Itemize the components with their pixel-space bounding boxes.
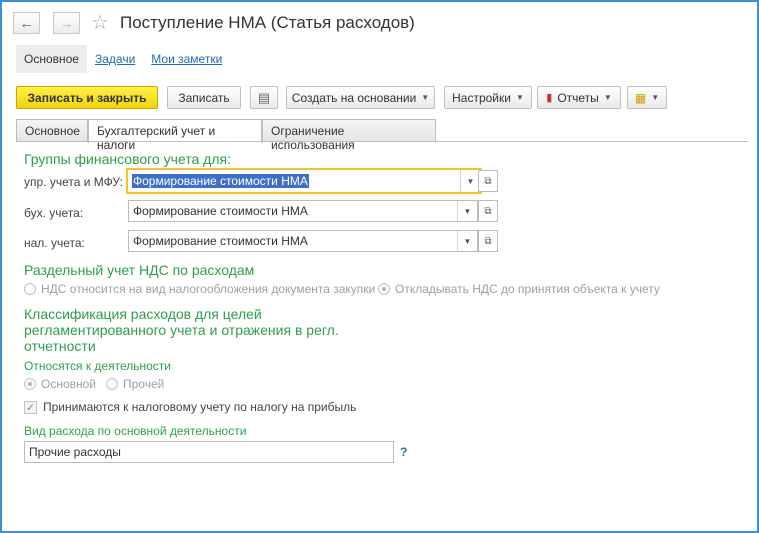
open-icon[interactable]: ⧉ [478, 230, 498, 252]
chevron-down-icon[interactable]: ▼ [460, 170, 480, 192]
chevron-down-icon: ▼ [651, 93, 660, 102]
vat-option-purchase-doc-label: НДС относится на вид налогообложения док… [41, 282, 376, 296]
report-icon: ▮ [546, 92, 553, 104]
vat-option-purchase-doc[interactable]: НДС относится на вид налогообложения док… [24, 282, 375, 296]
chevron-down-icon: ▼ [421, 93, 430, 102]
settings-label: Настройки [452, 90, 511, 105]
page-title: Поступление НМА (Статья расходов) [120, 13, 415, 32]
list-icon: ▤ [257, 89, 271, 105]
activity-label: Относятся к деятельности [24, 359, 171, 373]
arrow-left-icon: ← [19, 15, 34, 31]
top-tabs: Основное Задачи Мои заметки [16, 45, 230, 73]
checkmark-icon: ✓ [24, 400, 37, 414]
tax-accounting-label: нал. учета: [24, 236, 85, 250]
forward-button[interactable]: → [53, 12, 80, 34]
activity-other-radio[interactable]: Прочей [106, 377, 164, 391]
expense-type-label: Вид расхода по основной деятельности [24, 424, 247, 438]
journal-button[interactable]: ▤ [250, 86, 278, 109]
create-based-on-label: Создать на основании [291, 90, 417, 105]
chevron-down-icon[interactable]: ▼ [457, 201, 477, 221]
profit-tax-checkbox[interactable]: ✓ Принимаются к налоговому учету по налог… [24, 400, 356, 414]
tax-accounting-field[interactable]: Формирование стоимости НМА ▼ [128, 230, 478, 252]
help-icon[interactable]: ? [400, 445, 407, 459]
radio-icon [106, 378, 118, 390]
classification-heading-1: Классификация расходов для целей [24, 306, 262, 322]
form-window: ← → ☆ Поступление НМА (Статья расходов) … [0, 0, 759, 533]
vat-option-defer-label: Откладывать НДС до принятия объекта к уч… [395, 282, 660, 296]
open-icon[interactable]: ⧉ [478, 170, 498, 192]
radio-icon [378, 283, 390, 295]
mgmt-accounting-field[interactable]: Формирование стоимости НМА ▼ [126, 168, 482, 194]
accounting-value: Формирование стоимости НМА [133, 204, 308, 218]
activity-main-radio[interactable]: Основной [24, 377, 96, 391]
expense-type-value: Прочие расходы [29, 445, 121, 459]
profit-tax-label: Принимаются к налоговому учету по налогу… [43, 400, 357, 414]
star-icon[interactable]: ☆ [91, 10, 109, 35]
vat-heading: Раздельный учет НДС по расходам [24, 262, 255, 278]
vat-option-defer[interactable]: Откладывать НДС до принятия объекта к уч… [378, 282, 660, 296]
create-based-on-button[interactable]: Создать на основании ▼ [286, 86, 435, 109]
tax-accounting-value: Формирование стоимости НМА [133, 234, 308, 248]
arrow-right-icon: → [59, 15, 74, 31]
expense-type-field[interactable]: Прочие расходы [24, 441, 394, 463]
chevron-down-icon: ▼ [515, 93, 524, 102]
settings-button[interactable]: Настройки ▼ [444, 86, 532, 109]
save-and-close-button[interactable]: Записать и закрыть [16, 86, 158, 109]
document-icon: ▦ [634, 90, 647, 105]
tab-my-notes[interactable]: Мои заметки [143, 45, 230, 73]
back-button[interactable]: ← [13, 12, 40, 34]
open-icon[interactable]: ⧉ [478, 200, 498, 222]
radio-icon [24, 283, 36, 295]
chevron-down-icon[interactable]: ▼ [457, 231, 477, 251]
tab-basic[interactable]: Основное [16, 119, 88, 142]
groups-heading: Группы финансового учета для: [24, 151, 231, 167]
accounting-label: бух. учета: [24, 206, 84, 220]
accounting-field[interactable]: Формирование стоимости НМА ▼ [128, 200, 478, 222]
tab-accounting-taxes[interactable]: Бухгалтерский учет и налоги [88, 119, 262, 152]
reports-label: Отчеты [557, 90, 599, 105]
radio-icon [24, 378, 36, 390]
tab-tasks[interactable]: Задачи [87, 45, 143, 73]
activity-main-label: Основной [41, 377, 97, 391]
tab-main[interactable]: Основное [16, 45, 87, 73]
chevron-down-icon: ▼ [603, 93, 612, 102]
attachments-button[interactable]: ▦ ▼ [627, 86, 667, 109]
save-button[interactable]: Записать [167, 86, 241, 109]
tab-usage-restriction[interactable]: Ограничение использования [262, 119, 436, 152]
classification-heading-2: регламентированного учета и отражения в … [24, 322, 339, 338]
tabs-divider [16, 141, 748, 142]
reports-button[interactable]: ▮ Отчеты ▼ [537, 86, 621, 109]
classification-heading-3: отчетности [24, 338, 96, 354]
mgmt-accounting-value: Формирование стоимости НМА [132, 174, 309, 188]
mgmt-accounting-label: упр. учета и МФУ: [24, 175, 123, 189]
activity-other-label: Прочей [123, 377, 165, 391]
